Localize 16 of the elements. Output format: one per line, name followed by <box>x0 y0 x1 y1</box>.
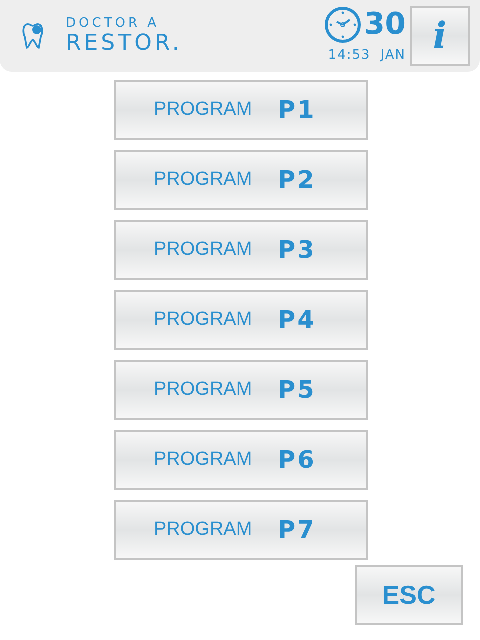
date-day: 30 <box>364 10 406 40</box>
program-button[interactable]: PROGRAM P3 <box>114 220 368 280</box>
brand-name: DOCTOR A <box>66 17 161 30</box>
date-month: JAN <box>380 47 406 66</box>
tooth-icon <box>22 22 44 50</box>
esc-button[interactable]: ESC <box>355 565 463 625</box>
program-button[interactable]: PROGRAM P4 <box>114 290 368 350</box>
program-button[interactable]: PROGRAM P1 <box>114 80 368 140</box>
clock-icon <box>324 6 362 44</box>
clock-time: 14:53 <box>328 47 371 66</box>
program-button[interactable]: PROGRAM P7 <box>114 500 368 560</box>
program-button[interactable]: PROGRAM P6 <box>114 430 368 490</box>
brand-name: RESTOR. <box>66 33 182 55</box>
program-button[interactable]: PROGRAM P2 <box>114 150 368 210</box>
info-button[interactable]: i <box>410 6 470 66</box>
program-button[interactable]: PROGRAM P5 <box>114 360 368 420</box>
